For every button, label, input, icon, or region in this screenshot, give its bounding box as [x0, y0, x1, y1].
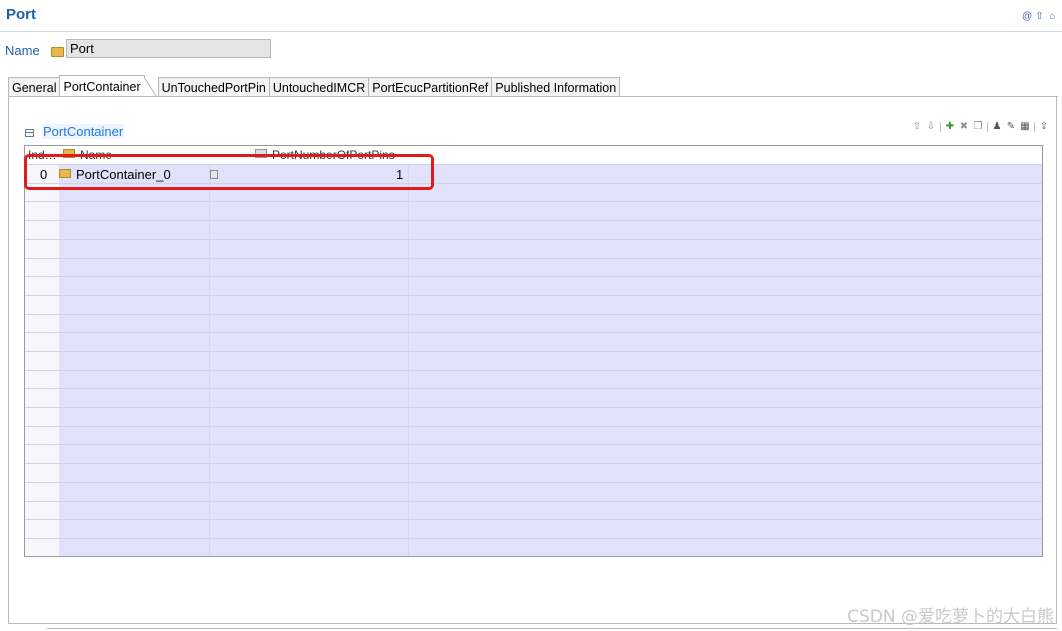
row-divider: [25, 482, 1042, 483]
tab-untouchedimcr[interactable]: UntouchedIMCR: [268, 77, 370, 97]
edit-icon[interactable]: ✎: [1006, 121, 1016, 132]
row-divider: [25, 314, 1042, 315]
user-icon[interactable]: ♟: [992, 121, 1002, 132]
page-title: Port: [6, 6, 36, 23]
toolbar-separator: [987, 121, 988, 132]
row-divider: [25, 426, 1042, 427]
row-divider: [25, 444, 1042, 445]
add-icon[interactable]: ✚: [945, 121, 955, 132]
grid-icon[interactable]: ▦: [1020, 121, 1030, 132]
tab-slant-divider: [143, 76, 158, 97]
tab-bar: General PortContainer UnTouchedPortPin U…: [8, 75, 621, 97]
move-up-icon[interactable]: ⇧: [912, 121, 922, 132]
move-down-icon[interactable]: ⇩: [926, 121, 936, 132]
toolbar-separator: [1034, 121, 1035, 132]
column-divider: [408, 146, 409, 556]
header-toolbar: @ ⇧ ⌂: [1022, 12, 1057, 22]
row-divider: [25, 239, 1042, 240]
copy-icon[interactable]: ❐: [973, 121, 983, 132]
index-column-bg: [25, 164, 60, 556]
row-divider: [25, 258, 1042, 259]
export-icon[interactable]: ⇪: [1039, 121, 1049, 132]
watermark: CSDN @爱吃萝卜的大白熊: [847, 607, 1054, 627]
tab-published-information[interactable]: Published Information: [491, 77, 621, 97]
row-divider: [25, 501, 1042, 502]
toolbar-separator: [940, 121, 941, 132]
row-divider: [25, 332, 1042, 333]
row-divider: [25, 201, 1042, 202]
row-divider: [25, 295, 1042, 296]
row-divider: [25, 388, 1042, 389]
folder-icon: [51, 47, 64, 57]
section-title[interactable]: PortContainer: [42, 124, 125, 139]
up-arrow-icon[interactable]: ⇧: [1035, 12, 1044, 22]
table-icon: [25, 129, 34, 137]
bottom-divider: [47, 628, 1057, 629]
delete-icon[interactable]: ✖: [959, 121, 969, 132]
tab-untouchedportpin[interactable]: UnTouchedPortPin: [157, 77, 270, 97]
row-divider: [25, 351, 1042, 352]
row-divider: [25, 519, 1042, 520]
row-divider: [25, 220, 1042, 221]
name-label: Name: [5, 43, 40, 58]
row-divider: [25, 407, 1042, 408]
name-field[interactable]: Port: [66, 39, 271, 58]
row-divider: [25, 538, 1042, 539]
tab-general[interactable]: General: [8, 77, 61, 97]
tab-portcontainer[interactable]: PortContainer: [59, 75, 145, 97]
port-container-table: Ind… Name PortNumberOfPortPins 0 PortCon…: [24, 145, 1043, 557]
row-divider: [25, 463, 1042, 464]
web-icon[interactable]: @: [1022, 12, 1032, 22]
row-divider: [25, 370, 1042, 371]
highlight-annotation: [24, 154, 434, 190]
header-divider: [0, 31, 1062, 32]
column-divider: [209, 146, 210, 556]
data-column-bg: [59, 164, 1042, 556]
home-icon[interactable]: ⌂: [1048, 12, 1057, 22]
tab-portecucpartitionref[interactable]: PortEcucPartitionRef: [368, 77, 493, 97]
table-toolbar: ⇧ ⇩ ✚ ✖ ❐ ♟ ✎ ▦ ⇪: [912, 121, 1049, 132]
row-divider: [25, 276, 1042, 277]
